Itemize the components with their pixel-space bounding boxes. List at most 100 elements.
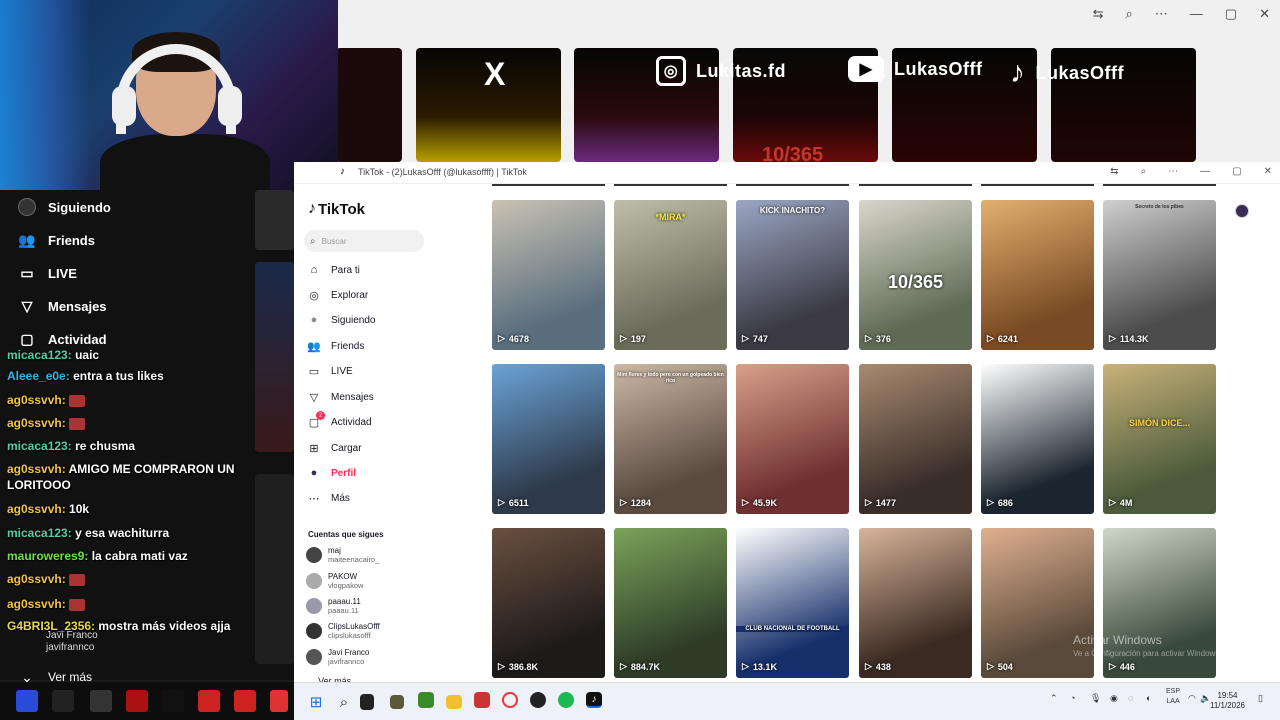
play-icon: ▷ bbox=[742, 661, 749, 671]
tray-icon[interactable]: ◔ bbox=[1070, 693, 1075, 703]
close-icon[interactable]: ✕ bbox=[1259, 6, 1270, 22]
folder-icon[interactable] bbox=[446, 695, 462, 709]
stream-nav-mensajes[interactable]: ▽ Mensajes bbox=[18, 297, 107, 315]
taskbar: ⊞ ⌕ ♪ ⌃ ◔ 🎙 ◉ ◌ ◐ ESP LAA ◠ 🔈 19:54 11/1… bbox=[294, 682, 1280, 720]
video-thumbnail[interactable]: Mini flores y todo pero con un golpeado … bbox=[614, 364, 727, 514]
background-video-tile[interactable] bbox=[336, 48, 402, 162]
view-count-value: 1284 bbox=[630, 497, 651, 508]
nav-item-actividad[interactable]: ▢ Actividad 2 bbox=[306, 411, 372, 430]
video-thumbnail[interactable]: CLUB NACIONAL DE FOOTBALL ▷ 13.1K bbox=[736, 528, 849, 678]
task-view-icon[interactable] bbox=[360, 694, 374, 710]
more-icon[interactable]: ⋯ bbox=[1155, 6, 1168, 22]
stream-nav-label: Friends bbox=[48, 232, 95, 248]
notification-icon[interactable]: ▯ bbox=[1258, 693, 1263, 704]
tray-icon[interactable]: ◉ bbox=[1110, 693, 1118, 704]
nav-label: LIVE bbox=[331, 365, 353, 377]
app-icon[interactable] bbox=[530, 692, 546, 708]
video-thumbnail[interactable]: ▷ 686 bbox=[981, 364, 1094, 514]
close-icon[interactable]: ✕ bbox=[1264, 166, 1272, 177]
search-input[interactable]: ⌕ Buscar bbox=[304, 230, 424, 252]
stream-nav-siguiendo[interactable]: Siguiendo bbox=[18, 198, 111, 216]
search-icon[interactable]: ⌕ bbox=[1141, 166, 1147, 177]
nav-item-siguiendo[interactable]: ● Siguiendo bbox=[306, 312, 376, 328]
user-avatar[interactable] bbox=[1235, 204, 1249, 218]
language-indicator[interactable]: ESP LAA bbox=[1166, 687, 1180, 707]
windows-start-icon[interactable]: ⊞ bbox=[306, 692, 326, 712]
video-thumbnail[interactable]: ▷ 438 bbox=[859, 528, 972, 678]
app-icon[interactable] bbox=[474, 692, 490, 708]
following-section-title: Cuentas que sigues bbox=[308, 530, 384, 539]
tray-icon[interactable]: ◐ bbox=[1146, 693, 1151, 703]
video-thumbnail[interactable]: ▷ 1477 bbox=[859, 364, 972, 514]
account-handle: vlogpakow bbox=[328, 581, 364, 590]
followed-account[interactable]: paaau.11 paaau.11 bbox=[306, 597, 361, 615]
view-count: ▷ 376 bbox=[865, 333, 891, 344]
chevron-up-icon[interactable]: ⌃ bbox=[1050, 693, 1058, 704]
maximize-icon[interactable]: ▢ bbox=[1225, 6, 1237, 22]
view-count: ▷ 386.8K bbox=[498, 661, 538, 672]
translate-icon[interactable]: ⇆ bbox=[1093, 6, 1104, 22]
paper-plane-icon: ▽ bbox=[309, 391, 319, 404]
chat-text: la cabra mati vaz bbox=[91, 549, 188, 563]
video-thumbnail[interactable]: *MIRA* ▷ 197 bbox=[614, 200, 727, 350]
minecraft-icon[interactable] bbox=[418, 692, 434, 708]
clock[interactable]: 19:54 11/1/2026 bbox=[1210, 691, 1245, 711]
window-controls: ⇆ ⌕ ⋯ — ▢ ✕ bbox=[1110, 166, 1272, 177]
tray-icon[interactable]: ◌ bbox=[1128, 693, 1133, 703]
streamer bbox=[100, 30, 270, 190]
nav-item-friends[interactable]: 👥 Friends bbox=[306, 338, 364, 354]
view-count-value: 884.7K bbox=[630, 661, 660, 672]
video-caption: *MIRA* bbox=[655, 212, 686, 222]
more-icon[interactable]: ⋯ bbox=[1168, 166, 1178, 177]
video-thumbnail[interactable]: ▷ 45.9K bbox=[736, 364, 849, 514]
followed-account[interactable]: Javi Franco javifrannco bbox=[306, 648, 369, 666]
stream-nav-friends[interactable]: 👥 Friends bbox=[18, 231, 95, 249]
stream-nav-live[interactable]: ▭ LIVE bbox=[18, 264, 77, 282]
video-thumbnail[interactable]: ▷ 4678 bbox=[492, 200, 605, 350]
headphone-ear-right bbox=[218, 86, 242, 126]
followed-account[interactable]: ClipsLukasOfff clipslukasofff bbox=[306, 622, 380, 640]
nav-item-explorar[interactable]: ◎ Explorar bbox=[306, 287, 368, 303]
video-caption: 10/365 bbox=[887, 272, 944, 292]
wifi-icon[interactable]: ◠ bbox=[1188, 693, 1196, 704]
nav-item-mensajes[interactable]: ▽ Mensajes bbox=[306, 389, 374, 405]
video-thumbnail[interactable]: ▷ 6241 bbox=[981, 200, 1094, 350]
nav-item-cargar[interactable]: ⊞ Cargar bbox=[306, 440, 361, 456]
translate-icon[interactable]: ⇆ bbox=[1110, 166, 1118, 177]
nav-item-más[interactable]: ⋯ Más bbox=[306, 490, 350, 506]
x-logo-icon: X bbox=[484, 56, 506, 92]
minimize-icon[interactable]: — bbox=[1190, 6, 1203, 22]
tiktok-taskbar-icon[interactable]: ♪ bbox=[586, 692, 602, 708]
view-count-value: 197 bbox=[630, 333, 646, 344]
stream-thumb bbox=[255, 190, 294, 250]
view-count: ▷ 45.9K bbox=[742, 497, 777, 508]
spotify-icon[interactable] bbox=[558, 692, 574, 708]
youtube-icon: ▶ bbox=[848, 56, 884, 82]
video-thumbnail[interactable]: ▷ 6511 bbox=[492, 364, 605, 514]
nav-item-para-ti[interactable]: ⌂ Para ti bbox=[306, 262, 360, 278]
nav-item-live[interactable]: ▭ LIVE bbox=[306, 363, 353, 379]
maximize-icon[interactable]: ▢ bbox=[1232, 166, 1241, 177]
tiktok-logo[interactable]: ♪ TikTok bbox=[308, 200, 365, 218]
view-count: ▷ 197 bbox=[620, 333, 646, 344]
video-thumbnail[interactable]: SIMÓN DICE... ▷ 4M bbox=[1103, 364, 1216, 514]
followed-account[interactable]: PAKOW vlogpakow bbox=[306, 572, 363, 590]
video-thumbnail[interactable]: Secreto de los pibes ▷ 114.3K bbox=[1103, 200, 1216, 350]
video-thumbnail[interactable]: ▷ 884.7K bbox=[614, 528, 727, 678]
minimize-icon[interactable]: — bbox=[1200, 166, 1210, 177]
video-thumbnail[interactable]: ▷ 386.8K bbox=[492, 528, 605, 678]
people-icon: 👥 bbox=[18, 231, 36, 248]
video-thumbnail[interactable]: KICK INACHITO? ▷ 747 bbox=[736, 200, 849, 350]
mic-icon[interactable]: 🎙 bbox=[1090, 693, 1101, 704]
search-icon[interactable]: ⌕ bbox=[334, 692, 354, 712]
clock-date: 11/1/2026 bbox=[1210, 701, 1245, 710]
live-icon: ▭ bbox=[308, 365, 320, 378]
video-thumbnail[interactable]: 10/365 ▷ 376 bbox=[859, 200, 972, 350]
followed-account[interactable]: maj maiteenacairo_ bbox=[306, 546, 379, 564]
nav-item-perfil[interactable]: ● Perfil bbox=[306, 465, 356, 481]
search-icon[interactable]: ⌕ bbox=[1126, 6, 1133, 22]
nav-label: Mensajes bbox=[331, 391, 374, 403]
account-name: ClipsLukasOfff bbox=[328, 622, 380, 631]
app-icon[interactable] bbox=[390, 695, 404, 709]
opera-icon[interactable] bbox=[502, 692, 518, 708]
